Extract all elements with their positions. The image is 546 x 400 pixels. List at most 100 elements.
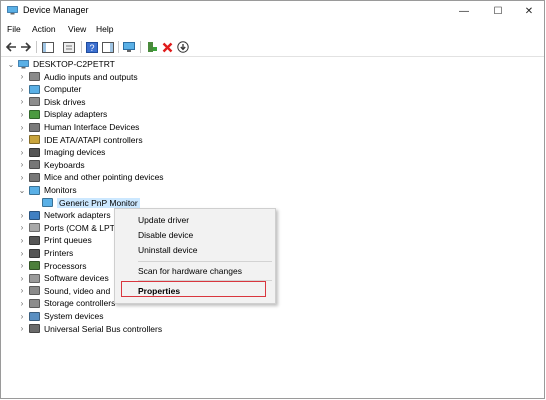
properties-button[interactable] bbox=[62, 40, 76, 54]
window-title: Device Manager bbox=[23, 5, 89, 15]
tree-root-label: DESKTOP-C2PETRT bbox=[33, 59, 115, 69]
forward-button[interactable] bbox=[19, 40, 33, 54]
chevron-right-icon[interactable]: › bbox=[18, 134, 26, 146]
back-button[interactable] bbox=[4, 40, 18, 54]
chevron-right-icon[interactable]: › bbox=[18, 310, 26, 322]
svg-text:?: ? bbox=[89, 43, 94, 53]
tree-category[interactable]: › Computer bbox=[18, 83, 82, 95]
action-panel-button[interactable] bbox=[101, 40, 115, 54]
chevron-right-icon[interactable]: › bbox=[18, 260, 26, 272]
chevron-right-icon[interactable]: › bbox=[18, 83, 26, 95]
tree-category[interactable]: ⌄ Monitors bbox=[18, 184, 77, 196]
chevron-down-icon[interactable]: ⌄ bbox=[18, 184, 26, 196]
tree-category[interactable]: › System devices bbox=[18, 310, 104, 322]
tree-category[interactable]: › Imaging devices bbox=[18, 146, 106, 158]
tree-item-label: Printers bbox=[44, 248, 74, 258]
chevron-right-icon[interactable]: › bbox=[18, 96, 26, 108]
toolbar-separator bbox=[36, 41, 37, 53]
tree-item-label: Disk drives bbox=[44, 96, 86, 107]
chevron-right-icon[interactable]: › bbox=[18, 121, 26, 133]
tree-category[interactable]: › Display adapters bbox=[18, 108, 108, 120]
tree-category[interactable]: › Mice and other pointing devices bbox=[18, 171, 164, 183]
computer-icon bbox=[18, 59, 29, 68]
tree-category[interactable]: › Disk drives bbox=[18, 96, 86, 108]
action-panel-icon bbox=[102, 41, 114, 53]
menu-help[interactable]: Help bbox=[96, 24, 113, 34]
chevron-right-icon[interactable]: › bbox=[18, 247, 26, 259]
chevron-right-icon[interactable]: › bbox=[18, 71, 26, 83]
tree-item-label: Software devices bbox=[44, 273, 109, 284]
close-button[interactable]: ✕ bbox=[513, 1, 545, 21]
speaker-icon bbox=[29, 286, 40, 296]
scan-hardware-item[interactable]: Scan for hardware changes bbox=[115, 264, 275, 277]
storage-icon bbox=[29, 298, 40, 308]
maximize-button[interactable]: ☐ bbox=[482, 1, 514, 21]
uninstall-button[interactable] bbox=[160, 40, 174, 54]
tree-category[interactable]: › Ports (COM & LPT bbox=[18, 222, 115, 234]
device-manager-icon bbox=[7, 6, 18, 15]
monitor-icon bbox=[29, 84, 40, 94]
tree-root[interactable]: ⌄ DESKTOP-C2PETRT bbox=[7, 58, 115, 70]
chevron-right-icon[interactable]: › bbox=[18, 272, 26, 284]
chevron-right-icon[interactable]: › bbox=[18, 209, 26, 221]
tree-category[interactable]: › Processors bbox=[18, 260, 87, 272]
help-button[interactable]: ? bbox=[85, 40, 99, 54]
tree-category[interactable]: › Sound, video and bbox=[18, 285, 111, 297]
update-driver-item[interactable]: Update driver bbox=[115, 213, 275, 226]
tree-item-label: Print queues bbox=[44, 235, 92, 246]
tree-child-item[interactable]: Generic PnP Monitor bbox=[31, 197, 140, 209]
device-manager-window: Device Manager — ☐ ✕ File Action View He… bbox=[0, 0, 545, 399]
tree-item-label: Ports (COM & LPT bbox=[44, 222, 115, 233]
tree-category[interactable]: › Keyboards bbox=[18, 159, 85, 171]
chevron-right-icon[interactable]: › bbox=[18, 297, 26, 309]
chevron-right-icon[interactable]: › bbox=[18, 159, 26, 171]
show-hide-tree-icon bbox=[42, 41, 54, 53]
menu-view[interactable]: View bbox=[68, 24, 86, 34]
uninstall-x-icon bbox=[162, 42, 172, 52]
chevron-right-icon[interactable]: › bbox=[18, 234, 26, 246]
tree-category[interactable]: › Universal Serial Bus controllers bbox=[18, 323, 162, 335]
toolbar-separator bbox=[81, 41, 82, 53]
tree-category[interactable]: › Storage controllers bbox=[18, 297, 116, 309]
help-icon: ? bbox=[86, 41, 98, 53]
menu-bar: File Action View Help bbox=[1, 23, 544, 37]
chevron-right-icon[interactable]: › bbox=[18, 171, 26, 183]
chevron-right-icon[interactable]: › bbox=[18, 222, 26, 234]
uninstall-device-item[interactable]: Uninstall device bbox=[115, 243, 275, 256]
add-driver-icon bbox=[148, 42, 157, 52]
tree-item-label: Processors bbox=[44, 260, 87, 271]
download-driver-button[interactable] bbox=[176, 40, 190, 54]
toolbar-separator bbox=[118, 41, 119, 53]
chevron-down-icon[interactable]: ⌄ bbox=[7, 58, 15, 70]
speaker-icon bbox=[29, 72, 40, 82]
properties-icon bbox=[63, 41, 75, 53]
tree-category[interactable]: › Printers bbox=[18, 247, 74, 259]
chevron-right-icon[interactable]: › bbox=[18, 323, 26, 335]
camera-icon bbox=[29, 147, 40, 157]
tree-item-label: Generic PnP Monitor bbox=[57, 197, 140, 208]
disable-device-item[interactable]: Disable device bbox=[115, 228, 275, 241]
forward-arrow-icon bbox=[21, 42, 32, 52]
minimize-button[interactable]: — bbox=[448, 1, 480, 21]
scan-hardware-icon bbox=[122, 41, 135, 52]
tree-item-label: Sound, video and bbox=[44, 285, 111, 296]
scan-hardware-button[interactable] bbox=[122, 40, 136, 54]
tree-category[interactable]: › IDE ATA/ATAPI controllers bbox=[18, 134, 143, 146]
tree-category[interactable]: › Print queues bbox=[18, 234, 92, 246]
add-driver-button[interactable] bbox=[145, 40, 159, 54]
chevron-right-icon[interactable]: › bbox=[18, 146, 26, 158]
menu-action[interactable]: Action bbox=[32, 24, 56, 34]
show-hide-tree-button[interactable] bbox=[41, 40, 55, 54]
disk-drive-icon bbox=[29, 97, 40, 107]
tree-item-label: System devices bbox=[44, 311, 104, 321]
tree-item-label: Storage controllers bbox=[44, 298, 116, 309]
tree-category[interactable]: › Network adapters bbox=[18, 209, 111, 221]
chevron-right-icon[interactable]: › bbox=[18, 285, 26, 297]
chevron-right-icon[interactable]: › bbox=[18, 108, 26, 120]
menu-file[interactable]: File bbox=[7, 24, 21, 34]
tree-category[interactable]: › Human Interface Devices bbox=[18, 121, 140, 133]
tree-category[interactable]: › Software devices bbox=[18, 272, 109, 284]
tree-category[interactable]: › Audio inputs and outputs bbox=[18, 71, 138, 83]
title-bar: Device Manager — ☐ ✕ bbox=[1, 1, 544, 21]
